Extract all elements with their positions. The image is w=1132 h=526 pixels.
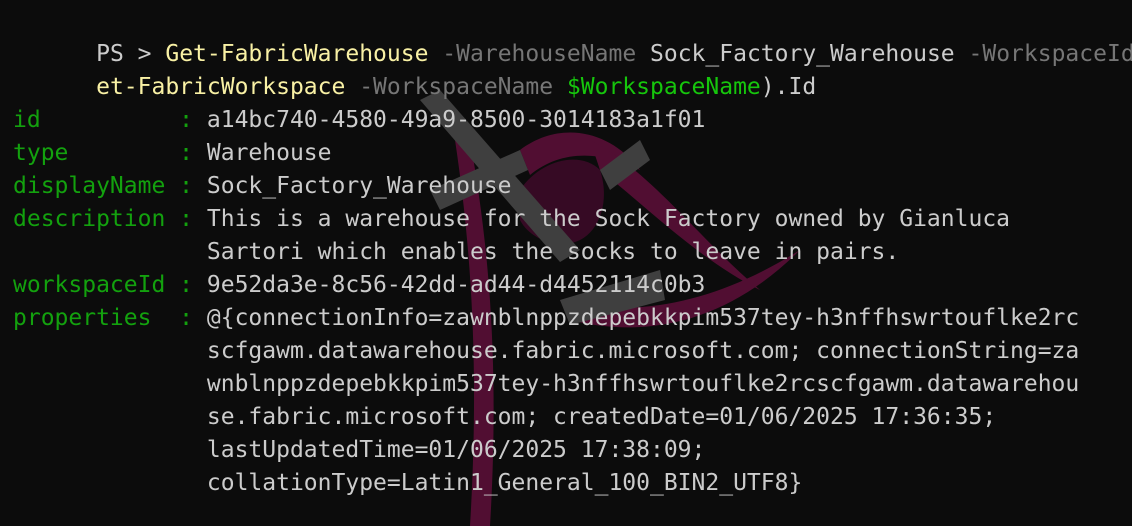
output-row: type : Warehouse bbox=[13, 137, 1132, 170]
property-value: collationType=Latin1_General_100_BIN2_UT… bbox=[206, 470, 803, 496]
property-value: This is a warehouse for the Sock Factory… bbox=[206, 206, 1011, 232]
parameter-name: -WarehouseName bbox=[428, 41, 651, 67]
property-value: a14bc740-4580-49a9-8500-3014183a1f01 bbox=[206, 107, 706, 133]
property-value: 9e52da3e-8c56-42dd-ad44-d4452114c0b3 bbox=[206, 272, 706, 298]
property-key: description : bbox=[13, 206, 207, 232]
property-key: properties : bbox=[13, 305, 207, 331]
property-key: type : bbox=[13, 140, 207, 166]
property-key bbox=[13, 437, 207, 463]
output-row: se.fabric.microsoft.com; createdDate=01/… bbox=[13, 401, 1132, 434]
property-value: Sartori which enables the socks to leave… bbox=[206, 239, 900, 265]
property-value: Warehouse bbox=[206, 140, 332, 166]
property-value: Sock_Factory_Warehouse bbox=[206, 173, 512, 199]
cmdlet-name: et-FabricWorkspace bbox=[96, 74, 346, 100]
property-key bbox=[13, 470, 207, 496]
property-value: lastUpdatedTime=01/06/2025 17:38:09; bbox=[206, 437, 706, 463]
terminal-window[interactable]: PS > Get-FabricWarehouse -WarehouseName … bbox=[0, 0, 1132, 526]
output-row: properties : @{connectionInfo=zawnblnppz… bbox=[13, 302, 1132, 335]
property-key bbox=[13, 371, 207, 397]
parameter-name: -WorkspaceName bbox=[345, 74, 567, 100]
console-output: PS > Get-FabricWarehouse -WarehouseName … bbox=[13, 5, 1132, 500]
parameter-value: Sock_Factory_Warehouse bbox=[650, 41, 955, 67]
output-row: displayName : Sock_Factory_Warehouse bbox=[13, 170, 1132, 203]
property-key: workspaceId : bbox=[13, 272, 207, 298]
parameter-name: -WorkspaceId bbox=[954, 41, 1132, 67]
property-value: se.fabric.microsoft.com; createdDate=01/… bbox=[206, 404, 997, 430]
output-row: wnblnppzdepebkkpim537tey-h3nffhswrtouflk… bbox=[13, 368, 1132, 401]
member-access: ).Id bbox=[760, 74, 817, 100]
property-value: scfgawm.datawarehouse.fabric.microsoft.c… bbox=[206, 338, 1080, 364]
output-row: lastUpdatedTime=01/06/2025 17:38:09; bbox=[13, 434, 1132, 467]
property-key bbox=[13, 404, 207, 430]
output-row: id : a14bc740-4580-49a9-8500-3014183a1f0… bbox=[13, 104, 1132, 137]
property-value: @{connectionInfo=zawnblnppzdepebkkpim537… bbox=[206, 305, 1080, 331]
property-key bbox=[13, 338, 207, 364]
property-key: id : bbox=[13, 107, 207, 133]
command-line: PS > Get-FabricWarehouse -WarehouseName … bbox=[13, 5, 1132, 67]
cmdlet-name: Get-FabricWarehouse bbox=[165, 41, 429, 67]
output-row: Sartori which enables the socks to leave… bbox=[13, 236, 1132, 269]
output-row: collationType=Latin1_General_100_BIN2_UT… bbox=[13, 467, 1132, 500]
property-value: wnblnppzdepebkkpim537tey-h3nffhswrtouflk… bbox=[206, 371, 1080, 397]
output-row: scfgawm.datawarehouse.fabric.microsoft.c… bbox=[13, 335, 1132, 368]
output-row: description : This is a warehouse for th… bbox=[13, 203, 1132, 236]
variable-name: $WorkspaceName bbox=[566, 74, 761, 100]
output-row: workspaceId : 9e52da3e-8c56-42dd-ad44-d4… bbox=[13, 269, 1132, 302]
prompt-prefix: PS > bbox=[96, 41, 166, 67]
property-key: displayName : bbox=[13, 173, 207, 199]
property-key bbox=[13, 239, 207, 265]
